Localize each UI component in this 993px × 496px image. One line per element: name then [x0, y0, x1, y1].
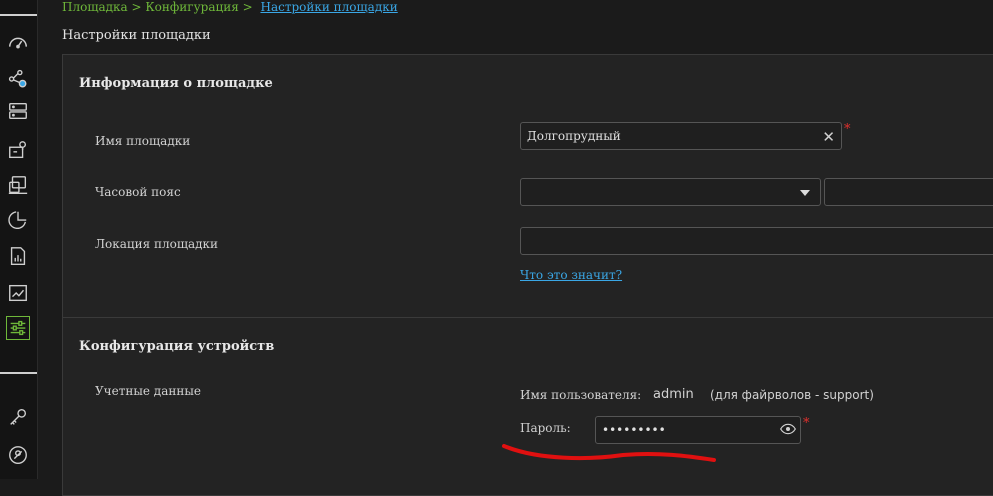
breadcrumb-separator: >	[131, 0, 142, 14]
support-icon[interactable]	[7, 444, 29, 466]
clear-icon[interactable]: ✕	[822, 128, 835, 146]
breadcrumb: Площадка > Конфигурация > Настройки площ…	[62, 0, 398, 14]
breadcrumb-separator: >	[242, 0, 253, 14]
pie-chart-icon[interactable]	[7, 209, 29, 231]
report-icon[interactable]	[7, 245, 29, 267]
device-config-section-title: Конфигурация устройств	[79, 339, 275, 354]
timezone-secondary-field[interactable]	[824, 178, 993, 206]
annotation-underline	[502, 444, 716, 462]
key-icon[interactable]	[7, 406, 29, 428]
timezone-label: Часовой пояс	[95, 185, 181, 199]
site-map-icon[interactable]	[7, 139, 29, 161]
location-input[interactable]	[520, 227, 993, 255]
section-divider	[63, 317, 993, 318]
dashboard-icon[interactable]	[7, 31, 29, 53]
eye-icon[interactable]	[780, 423, 796, 435]
sidebar	[0, 0, 38, 479]
topology-icon[interactable]	[7, 68, 29, 90]
username-note: (для файрволов - support)	[710, 388, 874, 402]
username-label: Имя пользователя:	[520, 388, 642, 402]
breadcrumb-current[interactable]: Настройки площадки	[260, 0, 397, 14]
username-value: admin	[653, 387, 694, 402]
breadcrumb-item-site[interactable]: Площадка	[62, 0, 128, 14]
site-name-label: Имя площадки	[95, 134, 191, 148]
settings-sliders-icon[interactable]	[6, 316, 30, 340]
help-link[interactable]: Что это значит?	[520, 268, 622, 282]
site-name-input[interactable]: Долгопрудный ✕	[520, 122, 842, 150]
credentials-label: Учетные данные	[95, 384, 202, 398]
server-icon[interactable]	[7, 100, 29, 122]
site-name-value: Долгопрудный	[527, 129, 621, 143]
location-label: Локация площадки	[95, 237, 219, 251]
line-chart-icon[interactable]	[7, 282, 29, 304]
devices-icon[interactable]	[7, 174, 29, 196]
page-title: Настройки площадки	[62, 28, 211, 43]
chevron-down-icon	[800, 190, 810, 196]
timezone-select[interactable]	[520, 178, 821, 206]
site-info-section-title: Информация о площадке	[79, 76, 273, 91]
required-marker: *	[803, 416, 810, 431]
sidebar-top-divider	[0, 14, 37, 16]
sidebar-bottom-divider	[0, 372, 37, 374]
breadcrumb-item-config[interactable]: Конфигурация	[145, 0, 238, 14]
required-marker: *	[844, 122, 851, 137]
